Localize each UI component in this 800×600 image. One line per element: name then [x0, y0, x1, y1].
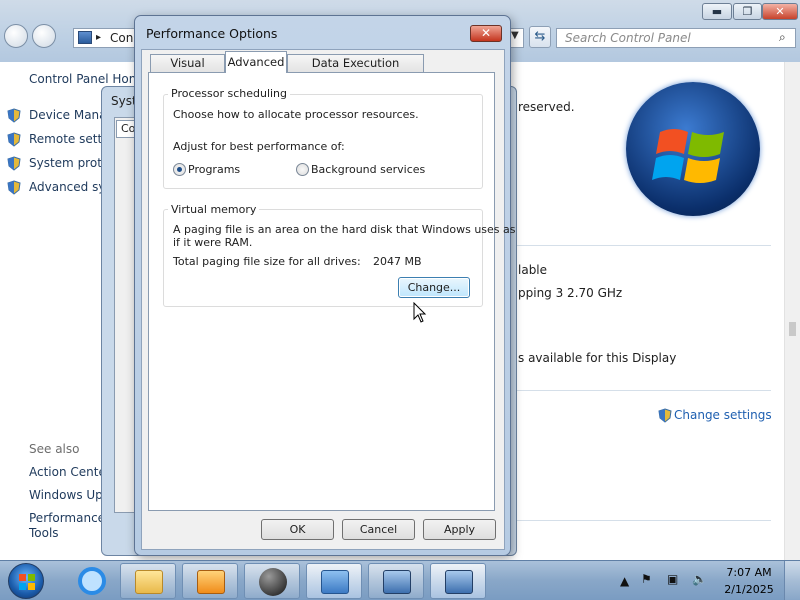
processor-value: pping 3 2.70 GHz: [518, 286, 623, 300]
scroll-thumb[interactable]: [789, 322, 796, 336]
refresh-icon[interactable]: ⇆: [529, 26, 551, 48]
total-paging-label: Total paging file size for all drives:: [173, 255, 361, 268]
divider: [515, 520, 771, 521]
media-player-taskbar-button[interactable]: [182, 563, 238, 599]
processor-scheduling-description: Choose how to allocate processor resourc…: [173, 108, 419, 121]
show-desktop-button[interactable]: [784, 561, 800, 600]
windows-flag-icon: [19, 574, 35, 590]
shield-icon: [7, 156, 21, 171]
performance-tools-link[interactable]: Performance: [29, 511, 105, 525]
virtual-memory-label: Virtual memory: [168, 203, 260, 216]
control-panel-icon: [321, 570, 349, 594]
system-icon: [445, 570, 473, 594]
processor-scheduling-label: Processor scheduling: [168, 87, 291, 100]
control-panel-icon: [78, 31, 92, 44]
system-taskbar-button[interactable]: [430, 563, 486, 599]
background-services-label[interactable]: Background services: [311, 163, 425, 176]
performance-tools-link-line2[interactable]: Tools: [29, 526, 59, 540]
divider: [515, 390, 771, 391]
change-settings-link[interactable]: Change settings: [674, 408, 772, 422]
mouse-cursor-icon: [413, 302, 427, 323]
system-properties-title: Syst: [111, 94, 137, 108]
virtual-memory-description-2: if it were RAM.: [173, 236, 253, 249]
dialog-close-button[interactable]: ✕: [470, 25, 502, 42]
ball-icon: [259, 568, 287, 596]
tab-visual-effects[interactable]: Visual Effects: [150, 54, 225, 87]
explorer-icon: [135, 570, 163, 594]
shield-icon: [7, 180, 21, 195]
windows-logo: [626, 82, 760, 216]
apply-button[interactable]: Apply: [423, 519, 496, 540]
breadcrumb: Con: [110, 31, 134, 45]
vertical-scrollbar[interactable]: [784, 62, 800, 560]
ball-taskbar-button[interactable]: [244, 563, 300, 599]
start-button[interactable]: [8, 563, 44, 599]
show-hidden-icons-icon[interactable]: ▲: [620, 574, 629, 588]
divider: [515, 245, 771, 246]
control-panel-taskbar-button[interactable]: [306, 563, 362, 599]
control-panel-home-link[interactable]: Control Panel Home: [29, 72, 148, 86]
background-services-radio[interactable]: [296, 163, 309, 176]
action-center-link[interactable]: Action Center: [29, 465, 111, 479]
network-icon[interactable]: ▣: [667, 572, 678, 586]
address-dropdown-icon[interactable]: ▼: [511, 30, 519, 41]
shield-icon: [7, 132, 21, 147]
copyright-text: reserved.: [518, 100, 575, 114]
tab-advanced[interactable]: Advanced: [225, 51, 287, 73]
shield-icon: [7, 108, 21, 123]
breadcrumb-arrow-icon: ▸: [96, 32, 102, 43]
tab-data-execution-prevention[interactable]: Data Execution Prevention: [287, 54, 424, 87]
media-player-icon: [197, 570, 225, 594]
dialog-title: Performance Options: [146, 26, 278, 41]
programs-label[interactable]: Programs: [188, 163, 240, 176]
ok-button[interactable]: OK: [261, 519, 334, 540]
adjust-for-label: Adjust for best performance of:: [173, 140, 345, 153]
cancel-button[interactable]: Cancel: [342, 519, 415, 540]
total-paging-value: 2047 MB: [373, 255, 422, 268]
ie-taskbar-button[interactable]: [70, 563, 114, 599]
system-protection-link[interactable]: System prote: [29, 156, 109, 170]
forward-button[interactable]: [32, 24, 56, 48]
available-link[interactable]: lable: [518, 263, 547, 277]
volume-muted-icon[interactable]: 🔈: [692, 572, 707, 586]
change-button[interactable]: Change...: [398, 277, 470, 298]
minimize-button[interactable]: ▬: [702, 3, 732, 20]
ie-icon: [78, 567, 106, 595]
shield-icon: [658, 408, 672, 423]
action-center-flag-icon[interactable]: ⚑: [641, 572, 652, 586]
windows-update-link[interactable]: Windows Upd: [29, 488, 110, 502]
clock-date[interactable]: 2/1/2025: [719, 583, 779, 596]
programs-radio[interactable]: [173, 163, 186, 176]
see-also-label: See also: [29, 442, 80, 456]
clock-time[interactable]: 7:07 AM: [719, 566, 779, 579]
advanced-system-settings-link[interactable]: Advanced sys: [29, 180, 112, 194]
explorer-taskbar-button[interactable]: [120, 563, 176, 599]
pen-touch-value: s available for this Display: [518, 351, 677, 365]
search-icon[interactable]: ⌕: [779, 30, 786, 45]
remote-desktop-taskbar-button[interactable]: [368, 563, 424, 599]
back-button[interactable]: [4, 24, 28, 48]
search-input[interactable]: Search Control Panel: [556, 28, 796, 48]
maximize-button[interactable]: ❐: [733, 3, 762, 20]
remote-desktop-icon: [383, 570, 411, 594]
window-close-button[interactable]: ✕: [762, 3, 798, 20]
virtual-memory-description-1: A paging file is an area on the hard dis…: [173, 223, 516, 236]
